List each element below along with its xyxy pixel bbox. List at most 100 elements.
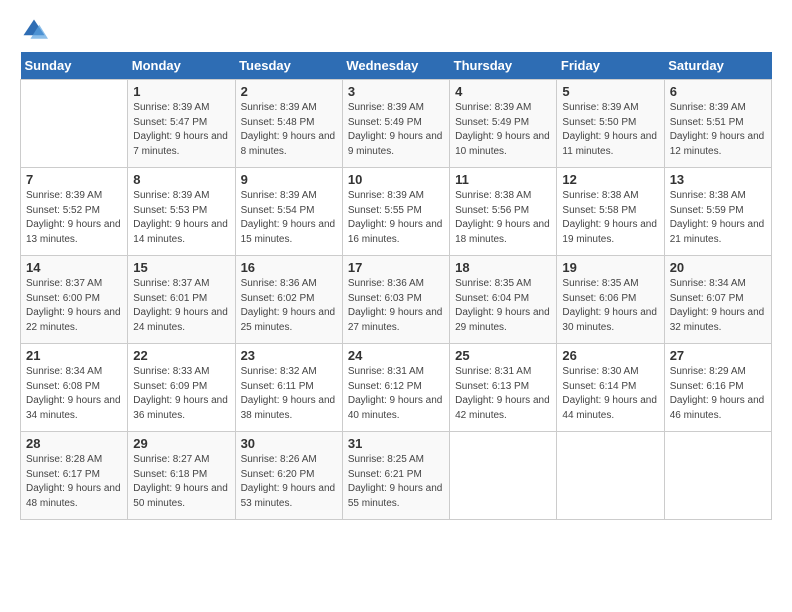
sunset: Sunset: 6:01 PM bbox=[133, 293, 207, 304]
daylight: Daylight: 9 hours and 50 minutes. bbox=[133, 483, 228, 509]
day-number: 29 bbox=[133, 436, 229, 451]
sunset: Sunset: 6:06 PM bbox=[562, 293, 636, 304]
daylight: Daylight: 9 hours and 10 minutes. bbox=[455, 131, 550, 157]
day-number: 3 bbox=[348, 84, 444, 99]
calendar-cell: 28 Sunrise: 8:28 AM Sunset: 6:17 PM Dayl… bbox=[21, 432, 128, 520]
daylight: Daylight: 9 hours and 25 minutes. bbox=[241, 307, 336, 333]
cell-info: Sunrise: 8:39 AM Sunset: 5:47 PM Dayligh… bbox=[133, 101, 229, 159]
cell-info: Sunrise: 8:39 AM Sunset: 5:50 PM Dayligh… bbox=[562, 101, 658, 159]
sunrise: Sunrise: 8:28 AM bbox=[26, 454, 102, 465]
day-number: 19 bbox=[562, 260, 658, 275]
calendar-cell: 14 Sunrise: 8:37 AM Sunset: 6:00 PM Dayl… bbox=[21, 256, 128, 344]
calendar-cell: 25 Sunrise: 8:31 AM Sunset: 6:13 PM Dayl… bbox=[450, 344, 557, 432]
calendar-cell: 31 Sunrise: 8:25 AM Sunset: 6:21 PM Dayl… bbox=[342, 432, 449, 520]
sunrise: Sunrise: 8:31 AM bbox=[348, 366, 424, 377]
calendar-cell: 6 Sunrise: 8:39 AM Sunset: 5:51 PM Dayli… bbox=[664, 80, 771, 168]
sunrise: Sunrise: 8:37 AM bbox=[26, 278, 102, 289]
logo bbox=[20, 16, 52, 44]
weekday-header: Saturday bbox=[664, 52, 771, 80]
daylight: Daylight: 9 hours and 19 minutes. bbox=[562, 219, 657, 245]
calendar-cell: 5 Sunrise: 8:39 AM Sunset: 5:50 PM Dayli… bbox=[557, 80, 664, 168]
day-number: 2 bbox=[241, 84, 337, 99]
sunrise: Sunrise: 8:39 AM bbox=[348, 102, 424, 113]
sunrise: Sunrise: 8:39 AM bbox=[241, 102, 317, 113]
sunset: Sunset: 5:47 PM bbox=[133, 117, 207, 128]
weekday-header: Friday bbox=[557, 52, 664, 80]
sunset: Sunset: 6:20 PM bbox=[241, 469, 315, 480]
daylight: Daylight: 9 hours and 14 minutes. bbox=[133, 219, 228, 245]
calendar-cell: 3 Sunrise: 8:39 AM Sunset: 5:49 PM Dayli… bbox=[342, 80, 449, 168]
calendar-cell: 29 Sunrise: 8:27 AM Sunset: 6:18 PM Dayl… bbox=[128, 432, 235, 520]
daylight: Daylight: 9 hours and 9 minutes. bbox=[348, 131, 443, 157]
day-number: 20 bbox=[670, 260, 766, 275]
day-number: 1 bbox=[133, 84, 229, 99]
calendar-header: SundayMondayTuesdayWednesdayThursdayFrid… bbox=[21, 52, 772, 80]
calendar-cell: 2 Sunrise: 8:39 AM Sunset: 5:48 PM Dayli… bbox=[235, 80, 342, 168]
calendar-cell: 4 Sunrise: 8:39 AM Sunset: 5:49 PM Dayli… bbox=[450, 80, 557, 168]
sunrise: Sunrise: 8:35 AM bbox=[562, 278, 638, 289]
cell-info: Sunrise: 8:34 AM Sunset: 6:07 PM Dayligh… bbox=[670, 277, 766, 335]
daylight: Daylight: 9 hours and 42 minutes. bbox=[455, 395, 550, 421]
sunset: Sunset: 6:12 PM bbox=[348, 381, 422, 392]
calendar-cell: 12 Sunrise: 8:38 AM Sunset: 5:58 PM Dayl… bbox=[557, 168, 664, 256]
daylight: Daylight: 9 hours and 32 minutes. bbox=[670, 307, 765, 333]
sunrise: Sunrise: 8:39 AM bbox=[133, 190, 209, 201]
calendar-week-row: 1 Sunrise: 8:39 AM Sunset: 5:47 PM Dayli… bbox=[21, 80, 772, 168]
day-number: 26 bbox=[562, 348, 658, 363]
sunset: Sunset: 6:11 PM bbox=[241, 381, 314, 392]
cell-info: Sunrise: 8:35 AM Sunset: 6:06 PM Dayligh… bbox=[562, 277, 658, 335]
calendar-cell: 21 Sunrise: 8:34 AM Sunset: 6:08 PM Dayl… bbox=[21, 344, 128, 432]
calendar-cell: 24 Sunrise: 8:31 AM Sunset: 6:12 PM Dayl… bbox=[342, 344, 449, 432]
daylight: Daylight: 9 hours and 44 minutes. bbox=[562, 395, 657, 421]
daylight: Daylight: 9 hours and 48 minutes. bbox=[26, 483, 121, 509]
daylight: Daylight: 9 hours and 8 minutes. bbox=[241, 131, 336, 157]
sunrise: Sunrise: 8:39 AM bbox=[562, 102, 638, 113]
daylight: Daylight: 9 hours and 34 minutes. bbox=[26, 395, 121, 421]
sunset: Sunset: 6:00 PM bbox=[26, 293, 100, 304]
day-number: 30 bbox=[241, 436, 337, 451]
cell-info: Sunrise: 8:33 AM Sunset: 6:09 PM Dayligh… bbox=[133, 365, 229, 423]
daylight: Daylight: 9 hours and 13 minutes. bbox=[26, 219, 121, 245]
calendar-week-row: 14 Sunrise: 8:37 AM Sunset: 6:00 PM Dayl… bbox=[21, 256, 772, 344]
calendar-cell: 7 Sunrise: 8:39 AM Sunset: 5:52 PM Dayli… bbox=[21, 168, 128, 256]
sunset: Sunset: 6:02 PM bbox=[241, 293, 315, 304]
calendar-cell: 18 Sunrise: 8:35 AM Sunset: 6:04 PM Dayl… bbox=[450, 256, 557, 344]
sunrise: Sunrise: 8:33 AM bbox=[133, 366, 209, 377]
daylight: Daylight: 9 hours and 29 minutes. bbox=[455, 307, 550, 333]
weekday-header: Tuesday bbox=[235, 52, 342, 80]
sunset: Sunset: 5:56 PM bbox=[455, 205, 529, 216]
daylight: Daylight: 9 hours and 18 minutes. bbox=[455, 219, 550, 245]
daylight: Daylight: 9 hours and 7 minutes. bbox=[133, 131, 228, 157]
sunset: Sunset: 6:03 PM bbox=[348, 293, 422, 304]
day-number: 10 bbox=[348, 172, 444, 187]
cell-info: Sunrise: 8:28 AM Sunset: 6:17 PM Dayligh… bbox=[26, 453, 122, 511]
sunrise: Sunrise: 8:39 AM bbox=[670, 102, 746, 113]
daylight: Daylight: 9 hours and 15 minutes. bbox=[241, 219, 336, 245]
calendar-week-row: 21 Sunrise: 8:34 AM Sunset: 6:08 PM Dayl… bbox=[21, 344, 772, 432]
sunrise: Sunrise: 8:38 AM bbox=[455, 190, 531, 201]
sunrise: Sunrise: 8:35 AM bbox=[455, 278, 531, 289]
sunset: Sunset: 5:53 PM bbox=[133, 205, 207, 216]
daylight: Daylight: 9 hours and 55 minutes. bbox=[348, 483, 443, 509]
calendar-cell: 26 Sunrise: 8:30 AM Sunset: 6:14 PM Dayl… bbox=[557, 344, 664, 432]
day-number: 28 bbox=[26, 436, 122, 451]
day-number: 11 bbox=[455, 172, 551, 187]
sunrise: Sunrise: 8:39 AM bbox=[348, 190, 424, 201]
daylight: Daylight: 9 hours and 22 minutes. bbox=[26, 307, 121, 333]
cell-info: Sunrise: 8:31 AM Sunset: 6:13 PM Dayligh… bbox=[455, 365, 551, 423]
cell-info: Sunrise: 8:39 AM Sunset: 5:55 PM Dayligh… bbox=[348, 189, 444, 247]
sunrise: Sunrise: 8:39 AM bbox=[26, 190, 102, 201]
daylight: Daylight: 9 hours and 46 minutes. bbox=[670, 395, 765, 421]
sunrise: Sunrise: 8:34 AM bbox=[26, 366, 102, 377]
sunrise: Sunrise: 8:31 AM bbox=[455, 366, 531, 377]
sunset: Sunset: 5:59 PM bbox=[670, 205, 744, 216]
daylight: Daylight: 9 hours and 21 minutes. bbox=[670, 219, 765, 245]
day-number: 22 bbox=[133, 348, 229, 363]
calendar-cell: 13 Sunrise: 8:38 AM Sunset: 5:59 PM Dayl… bbox=[664, 168, 771, 256]
cell-info: Sunrise: 8:35 AM Sunset: 6:04 PM Dayligh… bbox=[455, 277, 551, 335]
sunrise: Sunrise: 8:27 AM bbox=[133, 454, 209, 465]
cell-info: Sunrise: 8:38 AM Sunset: 5:59 PM Dayligh… bbox=[670, 189, 766, 247]
daylight: Daylight: 9 hours and 30 minutes. bbox=[562, 307, 657, 333]
cell-info: Sunrise: 8:27 AM Sunset: 6:18 PM Dayligh… bbox=[133, 453, 229, 511]
daylight: Daylight: 9 hours and 12 minutes. bbox=[670, 131, 765, 157]
